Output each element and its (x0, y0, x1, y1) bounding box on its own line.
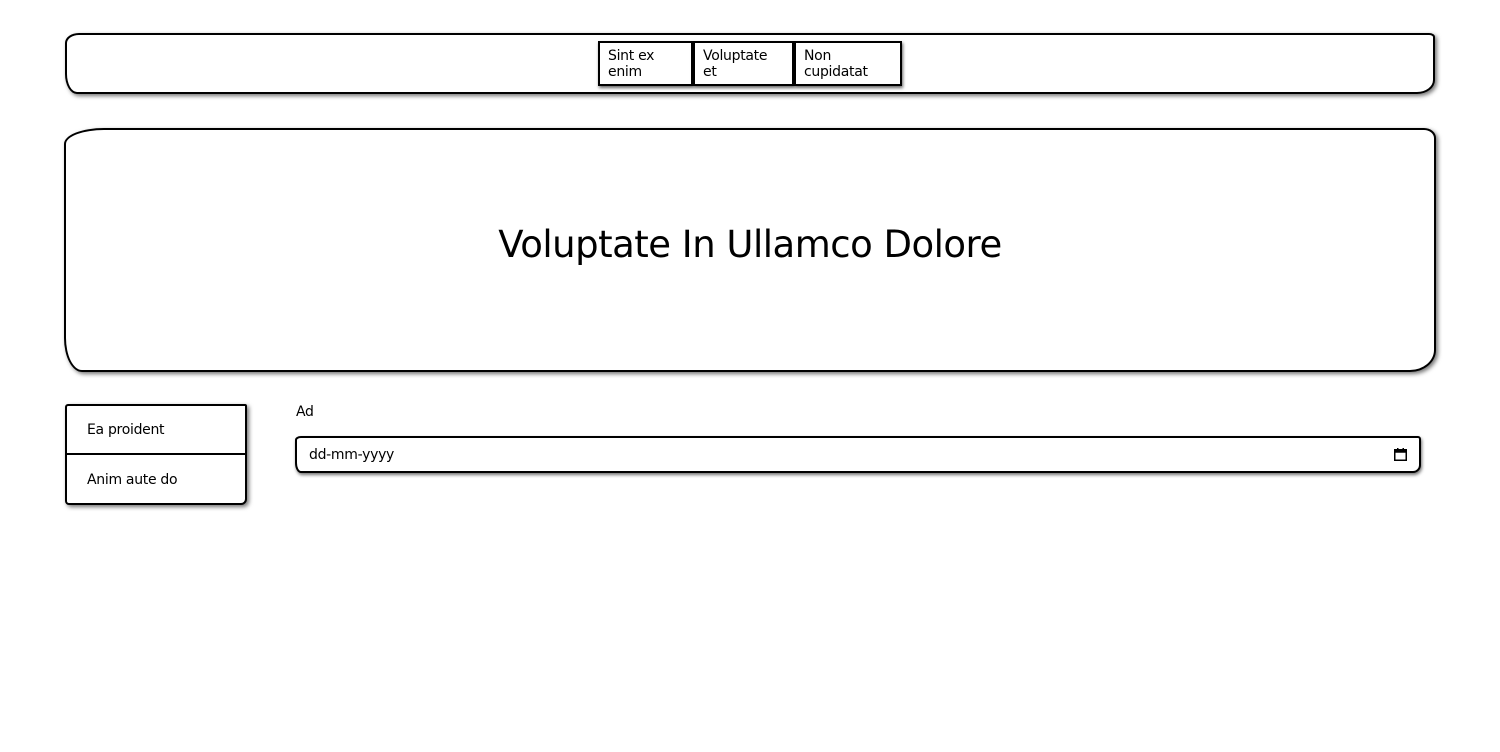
calendar-icon[interactable] (1393, 448, 1407, 462)
nav-button-sint-ex-enim[interactable]: Sint ex enim (598, 41, 693, 86)
side-menu: Ea proident Anim aute do (65, 404, 247, 505)
nav-button-group: Sint ex enim Voluptate et Non cupidatat (598, 41, 902, 86)
side-menu-item-ea-proident[interactable]: Ea proident (67, 406, 245, 455)
date-input[interactable]: dd-mm-yyyy (295, 436, 1421, 473)
hero-title: Voluptate In Ullamco Dolore (498, 223, 1002, 266)
nav-button-non-cupidatat[interactable]: Non cupidatat (794, 41, 902, 86)
nav-button-voluptate-et[interactable]: Voluptate et (693, 41, 794, 86)
date-input-placeholder: dd-mm-yyyy (309, 446, 395, 463)
page: Sint ex enim Voluptate et Non cupidatat … (0, 0, 1500, 752)
date-field-label: Ad (296, 404, 314, 420)
side-menu-item-anim-aute-do[interactable]: Anim aute do (67, 455, 245, 504)
